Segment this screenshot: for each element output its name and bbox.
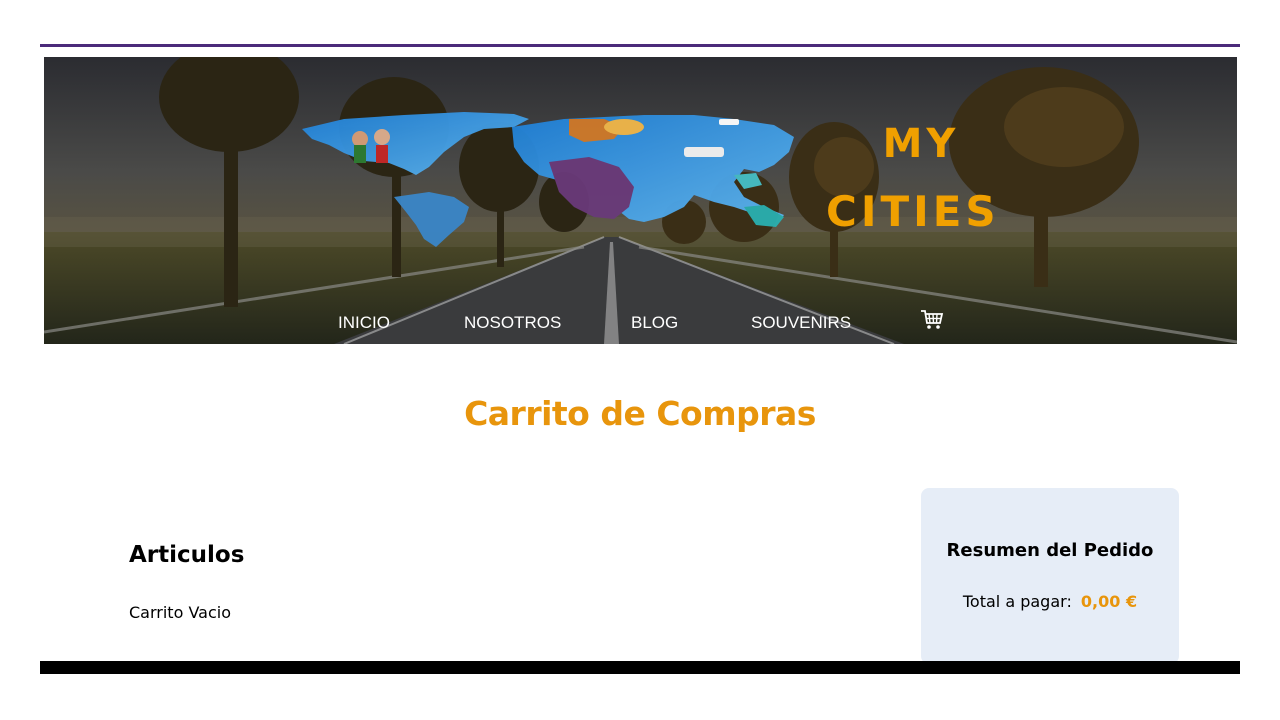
cart-empty-message: Carrito Vacio — [129, 603, 231, 622]
brand-title-line2: CITIES — [826, 187, 1000, 236]
shopping-cart-icon[interactable] — [920, 309, 944, 331]
banner-background-image — [44, 57, 1237, 344]
footer-bar — [40, 661, 1240, 674]
main-nav: INICIO NOSOTROS BLOG SOUVENIRS — [44, 309, 1237, 339]
order-total-label: Total a pagar: — [962, 592, 1072, 611]
nav-item-inicio[interactable]: INICIO — [338, 313, 390, 333]
page-title: Carrito de Compras — [464, 394, 816, 433]
nav-item-souvenirs[interactable]: SOUVENIRS — [751, 313, 851, 333]
header-banner: MY CITIES INICIO NOSOTROS BLOG SOUVENIRS — [44, 57, 1237, 344]
order-summary-title: Resumen del Pedido — [946, 540, 1154, 561]
header-divider — [40, 44, 1240, 47]
nav-item-blog[interactable]: BLOG — [631, 313, 678, 333]
order-total-value: 0,00 € — [1080, 592, 1138, 611]
order-total: Total a pagar: 0,00 € — [921, 592, 1179, 611]
brand-title-line1: MY — [882, 121, 960, 167]
nav-item-nosotros[interactable]: NOSOTROS — [464, 313, 561, 333]
articles-heading: Articulos — [129, 542, 245, 568]
order-summary-card: Resumen del Pedido Total a pagar: 0,00 € — [921, 488, 1179, 664]
